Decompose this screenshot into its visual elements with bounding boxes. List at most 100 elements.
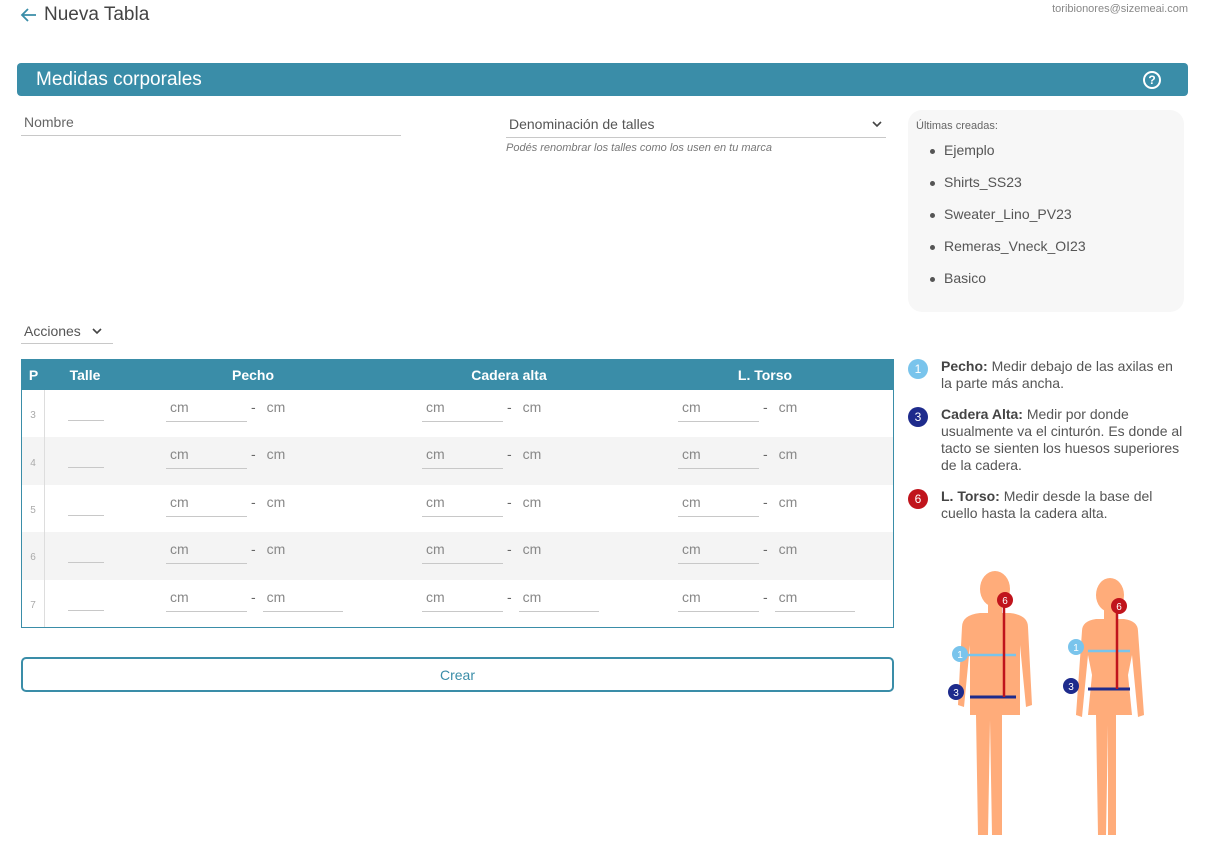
recent-item[interactable]: Ejemplo <box>930 142 1176 174</box>
pecho-min-input[interactable]: cm <box>166 588 247 612</box>
range-separator: - <box>251 446 256 463</box>
denominacion-label: Denominación de talles <box>509 115 655 132</box>
talle-input[interactable] <box>68 514 104 516</box>
torso-min-input[interactable]: cm <box>678 588 759 612</box>
torso-max-input[interactable]: cm <box>775 398 855 422</box>
header-talle: Talle <box>69 367 101 383</box>
pecho-max-input[interactable]: cm <box>263 445 343 469</box>
header-pecho: Pecho <box>231 367 274 383</box>
back-arrow-icon[interactable] <box>20 6 38 24</box>
section-title: Medidas corporales <box>36 68 202 90</box>
cadera-max-input[interactable]: cm <box>518 588 599 612</box>
recent-item[interactable]: Sweater_Lino_PV23 <box>930 206 1176 238</box>
cadera-max-input[interactable]: cm <box>519 540 599 564</box>
section-header: Medidas corporales ? <box>17 63 1188 96</box>
cadera-min-input[interactable]: cm <box>422 588 503 612</box>
range-separator: - <box>251 493 256 510</box>
legend-item-pecho: 1 Pecho: Medir debajo de las axilas en l… <box>908 358 1188 392</box>
cadera-range: cm - cm <box>422 540 599 565</box>
row-position: 5 <box>22 484 45 533</box>
range-separator: - <box>763 588 768 605</box>
figure-marker: 1 <box>957 650 963 661</box>
header-p: P <box>28 367 39 383</box>
torso-range: cm - cm <box>678 445 855 470</box>
torso-min-input[interactable]: cm <box>678 540 759 565</box>
torso-min-input[interactable]: cm <box>678 445 759 470</box>
legend-item-cadera: 3 Cadera Alta: Medir por donde usualment… <box>908 406 1188 474</box>
range-separator: - <box>251 399 256 415</box>
acciones-dropdown[interactable]: Acciones <box>21 319 113 344</box>
torso-range: cm - cm <box>678 398 855 422</box>
torso-range: cm - cm <box>678 540 855 565</box>
denominacion-select[interactable]: Denominación de talles <box>506 110 886 138</box>
name-input[interactable]: Nombre <box>21 110 401 136</box>
pecho-min-input[interactable]: cm <box>166 398 247 422</box>
recent-item[interactable]: Shirts_SS23 <box>930 174 1176 206</box>
cadera-min-input[interactable]: cm <box>422 493 503 517</box>
talle-input[interactable] <box>68 609 104 611</box>
pecho-max-input[interactable]: cm <box>262 588 343 612</box>
cadera-range: cm - cm <box>422 588 599 612</box>
torso-min-input[interactable]: cm <box>678 398 759 422</box>
pecho-range: cm - cm <box>166 493 343 517</box>
cadera-range: cm - cm <box>422 398 599 422</box>
pecho-min-input[interactable]: cm <box>166 540 247 565</box>
range-separator: - <box>507 446 512 463</box>
help-icon[interactable]: ? <box>1143 70 1161 89</box>
chevron-down-icon <box>872 120 882 127</box>
range-separator: - <box>507 588 512 605</box>
pecho-max-input[interactable]: cm <box>263 398 343 422</box>
cadera-max-input[interactable]: cm <box>519 493 599 517</box>
cadera-max-input[interactable]: cm <box>519 398 599 422</box>
chevron-down-icon <box>92 328 102 335</box>
legend-text: L. Torso: Medir desde la base del cuello… <box>941 488 1153 521</box>
talle-input[interactable] <box>68 467 104 469</box>
table-row: 4 cm - cm cm - cm cm - cm <box>22 437 893 485</box>
cadera-min-input[interactable]: cm <box>422 398 503 422</box>
table-row: 6 cm - cm cm - cm cm - cm <box>22 532 893 580</box>
pecho-max-input[interactable]: cm <box>263 540 343 564</box>
torso-max-input[interactable]: cm <box>774 588 855 612</box>
table-body: 3 cm - cm cm - cm cm - cm 4 cm - cm cm - cm cm - cm 5 cm - cm cm… <box>22 390 893 627</box>
cadera-max-input[interactable]: cm <box>519 445 599 469</box>
recent-item[interactable]: Basico <box>930 270 1176 302</box>
measurement-legend: 1 Pecho: Medir debajo de las axilas en l… <box>908 358 1188 536</box>
table-row: 5 cm - cm cm - cm cm - cm <box>22 484 893 533</box>
torso-max-input[interactable]: cm <box>775 445 855 469</box>
page-title: Nueva Tabla <box>44 4 150 25</box>
range-separator: - <box>507 493 512 510</box>
legend-badge: 6 <box>908 489 928 509</box>
body-measurement-figure: 6 1 3 6 1 3 <box>948 571 1144 835</box>
user-email[interactable]: toribionores@sizemeai.com <box>1052 3 1188 15</box>
range-separator: - <box>763 541 768 558</box>
cadera-range: cm - cm <box>422 445 599 470</box>
top-bar: Nueva Tabla <box>20 4 149 26</box>
range-separator: - <box>251 588 256 605</box>
recent-tables-panel: Últimas creadas: Ejemplo Shirts_SS23 Swe… <box>908 110 1184 312</box>
legend-item-torso: 6 L. Torso: Medir desde la base del cuel… <box>908 488 1188 522</box>
range-separator: - <box>507 399 512 415</box>
pecho-min-input[interactable]: cm <box>166 493 247 517</box>
pecho-range: cm - cm <box>166 540 343 565</box>
torso-min-input[interactable]: cm <box>678 493 759 517</box>
figure-marker: 3 <box>1068 682 1074 693</box>
pecho-min-input[interactable]: cm <box>166 445 247 470</box>
pecho-range: cm - cm <box>166 398 343 422</box>
torso-range: cm - cm <box>678 588 855 612</box>
pecho-max-input[interactable]: cm <box>263 493 343 517</box>
crear-button[interactable]: Crear <box>21 657 894 692</box>
torso-max-input[interactable]: cm <box>775 493 855 517</box>
header-torso: L. Torso <box>737 367 793 383</box>
legend-text: Cadera Alta: Medir por donde usualmente … <box>941 406 1183 473</box>
row-position: 3 <box>22 390 45 438</box>
cadera-min-input[interactable]: cm <box>422 540 503 565</box>
talle-input[interactable] <box>68 562 104 564</box>
talle-input[interactable] <box>68 420 104 421</box>
torso-max-input[interactable]: cm <box>775 540 855 564</box>
measurements-table: P Talle Pecho Cadera alta L. Torso 3 cm - c… <box>21 359 894 628</box>
row-position: 4 <box>22 437 45 485</box>
table-row: 7 cm - cm cm - cm cm - cm <box>22 579 893 627</box>
recent-item[interactable]: Remeras_Vneck_OI23 <box>930 238 1176 270</box>
range-separator: - <box>763 446 768 463</box>
cadera-min-input[interactable]: cm <box>422 445 503 470</box>
